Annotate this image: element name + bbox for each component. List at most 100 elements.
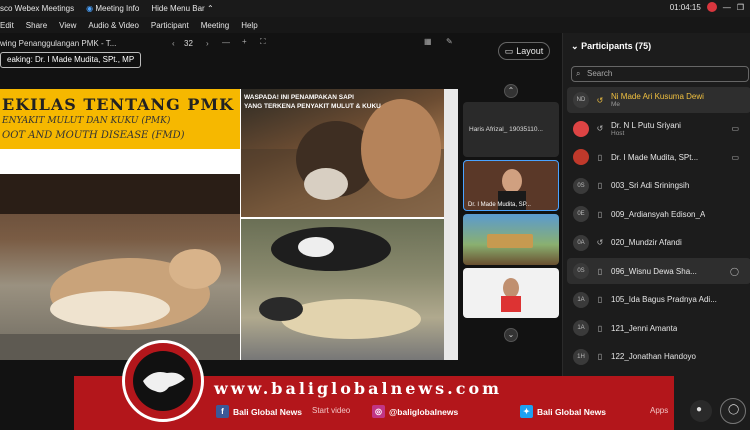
participant-row[interactable]: 0A ↺ 020_Mundzir Afandi bbox=[567, 230, 750, 256]
participant-row[interactable]: 0S ▯ 096_Wisnu Dewa Sha... ◯ bbox=[567, 258, 750, 284]
page-number[interactable]: 32 bbox=[184, 39, 193, 48]
layout-button[interactable]: ▭ Layout bbox=[498, 42, 550, 60]
menu-meeting[interactable]: Meeting bbox=[201, 21, 229, 30]
participants-header[interactable]: ⌄ Participants (75) bbox=[571, 41, 651, 52]
audio-icon: ↺ bbox=[596, 95, 604, 105]
instagram-link[interactable]: ◎ @baliglobalnews bbox=[372, 405, 458, 418]
audio-icon: ↺ bbox=[596, 238, 604, 247]
minimize-icon[interactable]: — bbox=[723, 3, 731, 12]
phone-icon: ▯ bbox=[597, 266, 603, 276]
participant-name: 105_Ida Bagus Pradnya Adi... bbox=[611, 295, 717, 304]
menu-share[interactable]: Share bbox=[26, 21, 47, 30]
participant-name-block: Dr. I Made Mudita, SPt... bbox=[611, 153, 698, 162]
hide-menu-button[interactable]: Hide Menu Bar ⌃ bbox=[151, 4, 213, 13]
participant-name: 003_Sri Adi Sriningsih bbox=[611, 181, 690, 190]
slide-subtitle: ENYAKIT MULUT DAN KUKU (PMK) bbox=[2, 116, 171, 126]
sign-board bbox=[487, 234, 533, 248]
app-title: sco Webex Meetings bbox=[0, 4, 75, 13]
participant-name: Dr. N L Putu Sriyani bbox=[611, 120, 681, 130]
chat-icon: ◯ bbox=[728, 404, 740, 415]
menu-audio-video[interactable]: Audio & Video bbox=[88, 21, 139, 30]
warning-caption: WASPADA! INI PENAMPAKAN SAPI YANG TERKEN… bbox=[244, 94, 381, 110]
chat-bubble-icon[interactable]: ◯ bbox=[730, 267, 739, 276]
participant-row[interactable]: ▯ Dr. I Made Mudita, SPt... ▭ bbox=[567, 144, 750, 170]
bali-map-icon bbox=[143, 372, 185, 393]
avatar bbox=[573, 149, 589, 165]
thumbnail-participant[interactable]: Haris Afrizal_ 19035110... bbox=[463, 102, 559, 157]
avatar: 1H bbox=[573, 348, 589, 365]
slide-title-block: EKILAS TENTANG PMK ENYAKIT MULUT DAN KUK… bbox=[0, 89, 240, 149]
participant-name-block: 020_Mundzir Afandi bbox=[611, 238, 682, 247]
restore-icon[interactable]: ❐ bbox=[737, 3, 744, 12]
participant-name-block: 009_Ardiansyah Edison_A bbox=[611, 210, 705, 219]
speaking-indicator: eaking: Dr. I Made Mudita, SPt., MP bbox=[0, 52, 142, 68]
apps-label[interactable]: Apps bbox=[650, 406, 668, 415]
participant-row[interactable]: ND ↺ Ni Made Ari Kusuma Dewi Me bbox=[567, 87, 750, 113]
next-page-icon[interactable]: › bbox=[206, 39, 209, 48]
thumbnail-video[interactable] bbox=[463, 214, 559, 265]
participants-panel: ⌄ Participants (75) ⌕ Search ND ↺ Ni Made A… bbox=[562, 33, 750, 430]
participant-row[interactable]: 1A ▯ 121_Jenni Amanta bbox=[567, 315, 750, 341]
participant-row[interactable]: 1A ▯ 105_Ida Bagus Pradnya Adi... bbox=[567, 287, 750, 313]
cow-photo-3 bbox=[241, 219, 444, 360]
participant-name: 009_Ardiansyah Edison_A bbox=[611, 209, 706, 219]
slide-edge bbox=[444, 89, 458, 360]
facebook-icon: f bbox=[216, 405, 229, 418]
video-camera-icon: ▭ bbox=[731, 152, 739, 162]
participant-row[interactable]: 0E ▯ 009_Ardiansyah Edison_A bbox=[567, 201, 750, 227]
people-icon: ● bbox=[696, 404, 703, 415]
thumb-name: Dr. I Made Mudita, SP... bbox=[468, 202, 531, 208]
participant-name: 096_Wisnu Dewa Sha... bbox=[611, 266, 697, 276]
participants-toggle-button[interactable]: ● bbox=[690, 400, 712, 422]
phone-icon: ▯ bbox=[597, 323, 603, 333]
phone-icon: ▯ bbox=[597, 181, 603, 190]
start-video-label[interactable]: Start video bbox=[312, 406, 350, 415]
zoom-in-icon[interactable]: + bbox=[242, 37, 247, 46]
participant-name: Ni Made Ari Kusuma Dewi bbox=[611, 92, 704, 101]
viewing-label: wing Penanggulangan PMK - T... bbox=[0, 39, 117, 48]
instagram-icon: ◎ bbox=[372, 405, 385, 418]
chat-button[interactable]: ◯ bbox=[720, 398, 746, 424]
thumbnail-video[interactable] bbox=[463, 268, 559, 318]
participant-row[interactable]: ↺ Dr. N L Putu Sriyani Host ▭ bbox=[567, 116, 750, 142]
meeting-info-button[interactable]: ◉ Meeting Info bbox=[86, 4, 139, 13]
search-icon: ⌕ bbox=[576, 69, 581, 78]
menu-participant[interactable]: Participant bbox=[151, 21, 189, 30]
participant-name-block: 121_Jenni Amanta bbox=[611, 324, 677, 333]
layout-icon: ▭ bbox=[504, 45, 514, 56]
twitter-link[interactable]: ✦ Bali Global News bbox=[520, 405, 606, 418]
participant-search-input[interactable]: ⌕ Search bbox=[571, 66, 749, 82]
grid-view-icon[interactable]: ▦ bbox=[424, 37, 432, 46]
meeting-timer: 01:04:15 bbox=[669, 2, 701, 12]
phone-icon: ▯ bbox=[597, 209, 603, 219]
audio-icon: ↺ bbox=[596, 124, 604, 133]
avatar: 0A bbox=[573, 234, 589, 251]
avatar: 0S bbox=[573, 263, 589, 279]
video-thumbnails: ⌃ Haris Afrizal_ 19035110... Dr. I Made … bbox=[463, 80, 559, 360]
chevron-up-icon: ⌃ bbox=[206, 4, 214, 13]
menu-edit[interactable]: Edit bbox=[0, 21, 14, 30]
participant-row[interactable]: 0S ▯ 003_Sri Adi Sriningsih bbox=[567, 173, 750, 199]
avatar: 0E bbox=[573, 206, 589, 222]
scroll-up-icon[interactable]: ⌃ bbox=[504, 84, 518, 98]
menu-view[interactable]: View bbox=[59, 21, 76, 30]
facebook-link[interactable]: f Bali Global News bbox=[216, 405, 302, 418]
participant-row[interactable]: 1H ▯ 122_Jonathan Handoyo bbox=[567, 344, 750, 370]
menu-help[interactable]: Help bbox=[241, 21, 257, 30]
slide-heading: EKILAS TENTANG PMK bbox=[2, 95, 235, 114]
participant-name: 020_Mundzir Afandi bbox=[611, 238, 682, 247]
thumbnail-active-speaker[interactable]: Dr. I Made Mudita, SP... bbox=[463, 160, 559, 211]
prev-page-icon[interactable]: ‹ bbox=[172, 39, 175, 48]
avatar: 0S bbox=[573, 177, 589, 194]
zoom-out-icon[interactable]: — bbox=[222, 38, 230, 47]
scroll-down-icon[interactable]: ⌄ bbox=[504, 328, 518, 342]
annotate-icon[interactable]: ✎ bbox=[446, 37, 453, 46]
menu-bar: Edit Share View Audio & Video Participan… bbox=[0, 17, 750, 33]
avatar bbox=[573, 120, 589, 137]
fullscreen-icon[interactable]: ⛶ bbox=[260, 37, 266, 47]
banner-url: www.baliglobalnews.com bbox=[214, 379, 503, 398]
avatar: 1A bbox=[573, 320, 589, 336]
record-icon[interactable] bbox=[706, 2, 717, 12]
cows-lying-illustration bbox=[259, 227, 421, 339]
share-toolbar: wing Penanggulangan PMK - T... ‹ 32 › — … bbox=[0, 33, 560, 53]
